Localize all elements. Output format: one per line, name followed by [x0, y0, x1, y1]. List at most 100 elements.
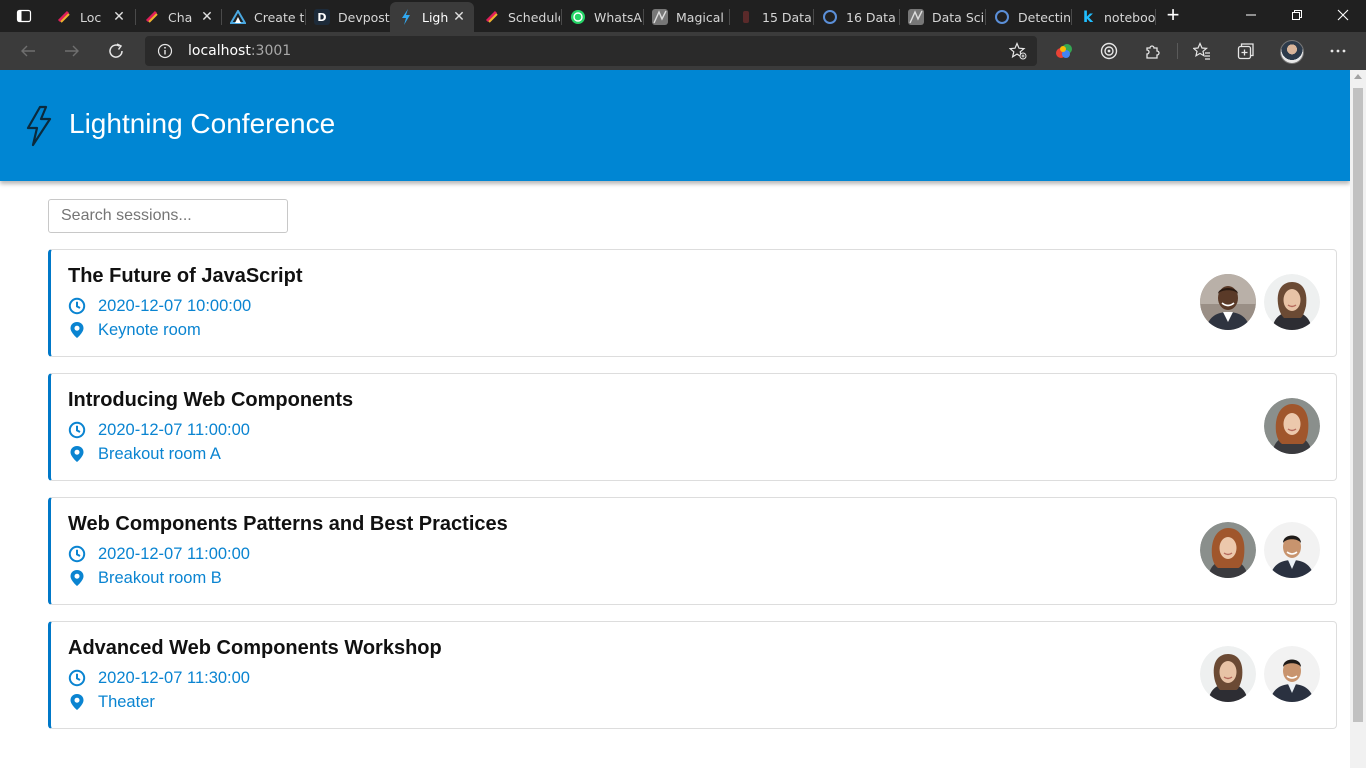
tab-divider: [985, 9, 986, 25]
tab-divider: [1155, 9, 1156, 25]
speaker-avatar[interactable]: [1200, 646, 1256, 702]
session-time: 2020-12-07 11:00:00: [68, 420, 250, 440]
tab-actions-button[interactable]: [8, 6, 40, 26]
refresh-button[interactable]: [101, 36, 131, 66]
address-bar[interactable]: localhost:3001: [145, 36, 1037, 66]
browser-tab[interactable]: D Devpost: [306, 2, 390, 32]
browser-tab-active[interactable]: Ligh ✕: [390, 2, 474, 32]
browser-tab[interactable]: Detectin: [986, 2, 1070, 32]
back-button[interactable]: [13, 36, 43, 66]
bookmark-icon: [738, 9, 754, 25]
slack-icon: [56, 9, 72, 25]
more-options-icon[interactable]: [1327, 40, 1349, 62]
forward-button[interactable]: [57, 36, 87, 66]
speaker-avatar[interactable]: [1200, 522, 1256, 578]
browser-tab[interactable]: Create th: [222, 2, 304, 32]
slack-icon: [144, 9, 160, 25]
info-icon[interactable]: [157, 43, 173, 59]
plus-icon: +: [1166, 2, 1180, 27]
scrollbar-thumb[interactable]: [1353, 88, 1363, 722]
session-time: 2020-12-07 10:00:00: [68, 296, 251, 316]
favorites-icon[interactable]: [1191, 40, 1213, 62]
session-time: 2020-12-07 11:00:00: [68, 544, 250, 564]
speaker-avatar[interactable]: [1264, 646, 1320, 702]
add-favorite-icon[interactable]: [1009, 42, 1027, 60]
url-text[interactable]: localhost:3001: [188, 43, 291, 59]
clock-icon: [68, 545, 86, 563]
restore-icon: [1292, 10, 1302, 20]
location-pin-icon: [68, 569, 86, 587]
speaker-avatar[interactable]: [1264, 398, 1320, 454]
session-room: Keynote room: [68, 320, 201, 340]
location-pin-icon: [68, 321, 86, 339]
session-title: The Future of JavaScript: [68, 265, 303, 287]
close-icon[interactable]: ✕: [450, 9, 468, 25]
search-input[interactable]: [48, 199, 288, 233]
blog-icon: [994, 9, 1010, 25]
devpost-icon: D: [314, 9, 330, 25]
tab-divider: [1071, 9, 1072, 25]
browser-tab[interactable]: Cha ✕: [136, 2, 222, 32]
tab-divider: [305, 9, 306, 25]
scroll-up-arrow-icon[interactable]: [1354, 74, 1362, 79]
session-title: Web Components Patterns and Best Practic…: [68, 513, 508, 535]
browser-tab[interactable]: WhatsAp: [562, 2, 642, 32]
session-time: 2020-12-07 11:30:00: [68, 668, 250, 688]
close-icon[interactable]: ✕: [198, 9, 216, 25]
tab-divider: [643, 9, 644, 25]
session-card[interactable]: Web Components Patterns and Best Practic…: [48, 497, 1337, 605]
extensions-puzzle-icon[interactable]: [1142, 40, 1164, 62]
app-header: Lightning Conference: [0, 70, 1350, 181]
tab-divider: [813, 9, 814, 25]
close-icon: [1337, 9, 1349, 21]
extension-colorful-icon[interactable]: [1053, 40, 1075, 62]
speaker-avatar[interactable]: [1264, 522, 1320, 578]
profile-avatar[interactable]: [1280, 40, 1304, 64]
minimize-icon: [1246, 14, 1256, 16]
tab-actions-icon: [16, 9, 32, 23]
new-tab-button[interactable]: +: [1160, 4, 1186, 28]
speaker-list: [1264, 398, 1320, 454]
browser-tab[interactable]: Data Scie: [900, 2, 984, 32]
lightning-logo-icon: [26, 105, 52, 147]
tab-divider: [729, 9, 730, 25]
browser-tab[interactable]: Schedule: [476, 2, 560, 32]
close-window-button[interactable]: [1320, 0, 1366, 30]
tab-divider: [135, 9, 136, 25]
speaker-avatar[interactable]: [1264, 274, 1320, 330]
target-extension-icon[interactable]: [1098, 40, 1120, 62]
browser-tab[interactable]: 15 Data: [730, 2, 812, 32]
kaggle-icon: k: [1083, 8, 1093, 26]
page-scrollbar[interactable]: [1350, 70, 1366, 768]
session-card[interactable]: Introducing Web Components 2020-12-07 11…: [48, 373, 1337, 481]
speaker-avatar[interactable]: [1200, 274, 1256, 330]
page-viewport: Lightning Conference The Future of JavaS…: [0, 70, 1366, 768]
browser-tab[interactable]: k noteboo: [1072, 2, 1156, 32]
close-icon[interactable]: ✕: [110, 9, 128, 25]
minimize-button[interactable]: [1228, 0, 1274, 30]
whatsapp-icon: [570, 9, 586, 25]
browser-tab[interactable]: Magical: [644, 2, 728, 32]
collections-icon[interactable]: [1235, 40, 1257, 62]
session-card[interactable]: The Future of JavaScript 2020-12-07 10:0…: [48, 249, 1337, 357]
tab-divider: [221, 9, 222, 25]
restore-button[interactable]: [1274, 0, 1320, 30]
browser-tab[interactable]: 16 Data: [814, 2, 898, 32]
session-room: Breakout room B: [68, 568, 222, 588]
browser-tab[interactable]: Loc ✕: [48, 2, 134, 32]
arrow-left-icon: [21, 45, 35, 57]
toolbar-divider: [1177, 43, 1178, 59]
refresh-icon: [109, 43, 123, 58]
session-card[interactable]: Advanced Web Components Workshop 2020-12…: [48, 621, 1337, 729]
speaker-list: [1200, 646, 1320, 702]
clock-icon: [68, 297, 86, 315]
azure-icon: [230, 9, 246, 25]
arrow-right-icon: [65, 45, 79, 57]
session-title: Advanced Web Components Workshop: [68, 637, 442, 659]
clock-icon: [68, 669, 86, 687]
article-icon: [652, 9, 668, 25]
location-pin-icon: [68, 693, 86, 711]
slack-icon: [484, 9, 500, 25]
browser-tab-strip: Loc ✕ Cha ✕ Create th D Devpost Ligh ✕ S…: [0, 0, 1366, 32]
session-room: Theater: [68, 692, 155, 712]
